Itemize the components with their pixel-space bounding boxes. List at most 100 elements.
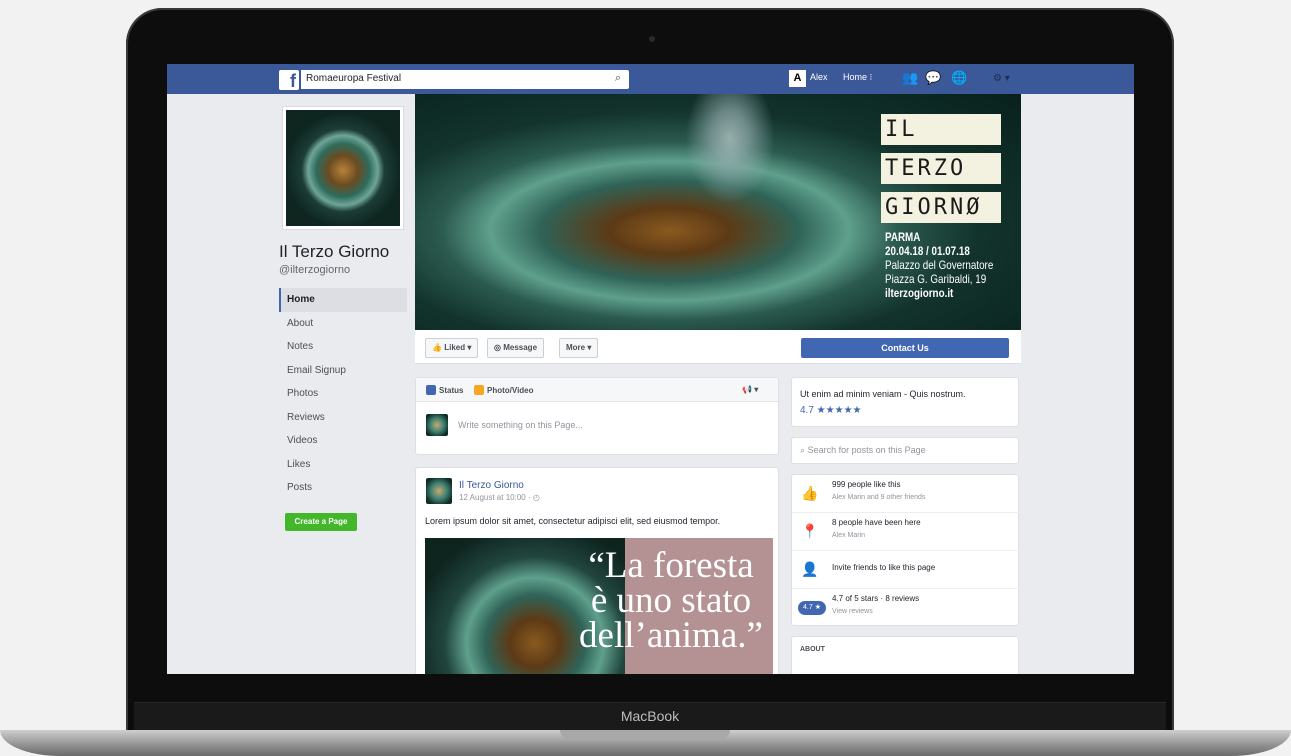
profile-picture[interactable]	[282, 106, 404, 230]
tab-photo-label: Photo/Video	[487, 386, 534, 395]
event-address: Piazza G. Garibaldi, 19	[885, 272, 987, 286]
post-image[interactable]: “La foresta è uno stato dell’anima.”	[425, 538, 773, 674]
screen: f Romaeuropa Festival ⌕ A Alex Home ⁝ 👥 …	[167, 64, 1134, 674]
message-icon: ◎	[494, 343, 501, 352]
nav-item-videos[interactable]: Videos	[279, 429, 407, 453]
about-card: ABOUT	[791, 636, 1019, 674]
status-icon	[426, 385, 436, 395]
page-handle: @ilterzogiorno	[279, 264, 351, 276]
laptop-chin: MacBook	[134, 702, 1166, 730]
home-link[interactable]: Home ⁝	[843, 72, 872, 83]
stat-checkins-main: 8 people have been here	[832, 518, 921, 527]
tab-status[interactable]: Status	[426, 385, 463, 395]
laptop-notch	[560, 730, 730, 739]
cover-photo[interactable]: IL TERZO GIORNØ PARMA 20.04.18 / 01.07.1…	[415, 94, 1021, 330]
create-page-button[interactable]: Create a Page	[285, 513, 357, 531]
contact-us-button[interactable]: Contact Us	[801, 338, 1009, 358]
home-label: Home	[843, 72, 868, 82]
stat-checkins[interactable]: 📍 8 people have been here Alex Marin	[792, 513, 1020, 551]
rating-stars[interactable]: 4.7 ★★★★★	[800, 405, 862, 416]
about-heading: ABOUT	[800, 646, 825, 653]
event-venue: Palazzo del Governatore	[885, 258, 994, 272]
megaphone-icon: 📢	[742, 385, 752, 394]
stat-reviews-link[interactable]: View reviews	[832, 608, 873, 615]
friend-requests-icon[interactable]: 👥	[902, 70, 918, 86]
camera-icon	[649, 36, 655, 42]
quote-line-3: dell’anima.”	[579, 615, 763, 656]
stat-invite[interactable]: 👤 Invite friends to like this page	[792, 551, 1020, 589]
device-label: MacBook	[620, 708, 680, 724]
top-nav-bar: f Romaeuropa Festival ⌕ A Alex Home ⁝ 👥 …	[167, 64, 1134, 94]
user-name[interactable]: Alex	[810, 72, 828, 82]
composer-input[interactable]: Write something on this Page...	[458, 420, 583, 430]
post-avatar[interactable]	[426, 478, 452, 504]
stat-likes[interactable]: 👍 999 people like this Alex Marin and 9 …	[792, 475, 1020, 513]
cover-title-line-2: TERZO	[881, 153, 1001, 184]
audience-dropdown[interactable]: 📢 ▾	[742, 385, 758, 394]
page-search-input[interactable]: ⌕ Search for posts on this Page	[791, 437, 1019, 464]
page-title[interactable]: Il Terzo Giorno	[279, 242, 389, 262]
tab-status-label: Status	[439, 386, 464, 395]
user-avatar[interactable]: A	[789, 70, 806, 87]
liked-label: Liked ▾	[444, 343, 472, 352]
cover-highlight	[685, 94, 775, 204]
quote-line-2: è uno stato	[590, 580, 752, 621]
search-input[interactable]: Romaeuropa Festival ⌕	[301, 70, 629, 89]
nav-item-likes[interactable]: Likes	[279, 453, 407, 477]
stat-reviews-main: 4.7 of 5 stars · 8 reviews	[832, 594, 920, 603]
event-website: ilterzogiorno.it	[885, 286, 954, 300]
page-nav: Home About Notes Email Signup Photos Rev…	[279, 288, 407, 500]
message-button[interactable]: ◎ Message	[487, 338, 545, 358]
rating-title: Ut enim ad minim veniam - Quis nostrum.	[800, 389, 966, 399]
nav-item-notes[interactable]: Notes	[279, 335, 407, 359]
cover-title-line-1: IL	[881, 114, 1001, 145]
search-icon: ⌕	[800, 445, 806, 455]
settings-icon[interactable]: ⚙ ▾	[993, 73, 1010, 84]
nav-item-about[interactable]: About	[279, 312, 407, 336]
rating-card: Ut enim ad minim veniam - Quis nostrum. …	[791, 377, 1019, 427]
messages-icon[interactable]: 💬	[925, 70, 941, 86]
event-city: PARMA	[885, 230, 921, 244]
page-search-placeholder: ⌕ Search for posts on this Page	[800, 445, 926, 456]
message-label: Message	[503, 343, 538, 352]
quote-line-1: “La foresta	[588, 545, 754, 586]
page-action-bar: 👍 Liked ▾ ◎ Message More ▾ Contact Us	[415, 330, 1021, 364]
post-quote: “La foresta è uno stato dell’anima.”	[571, 545, 771, 656]
search-value: Romaeuropa Festival	[306, 73, 402, 84]
stat-likes-sub: Alex Marin and 9 other friends	[832, 494, 926, 501]
post-timestamp[interactable]: 12 August at 10:00 · ◴	[459, 493, 540, 502]
cover-title-line-3: GIORNØ	[881, 192, 1001, 223]
page-search-text: Search for posts on this Page	[807, 445, 926, 455]
event-info: PARMA 20.04.18 / 01.07.18 Palazzo del Go…	[885, 230, 993, 300]
post-composer: Status Photo/Video 📢 ▾ Write something o…	[415, 377, 779, 455]
rating-badge: 4.7 ★	[798, 601, 826, 615]
like-icon: 👍	[801, 485, 819, 501]
nav-item-email-signup[interactable]: Email Signup	[279, 359, 407, 383]
composer-avatar	[426, 414, 448, 436]
page-stats-card: 👍 999 people like this Alex Marin and 9 …	[791, 474, 1020, 627]
stat-checkins-sub: Alex Marin	[832, 532, 866, 539]
search-icon[interactable]: ⌕	[615, 72, 621, 85]
more-button[interactable]: More ▾	[559, 338, 599, 358]
nav-item-home[interactable]: Home	[279, 288, 407, 312]
photo-icon	[474, 385, 484, 395]
thumbs-up-icon: 👍	[432, 343, 442, 352]
nav-item-posts[interactable]: Posts	[279, 476, 407, 500]
nav-item-reviews[interactable]: Reviews	[279, 406, 407, 430]
checkin-icon: 📍	[801, 523, 819, 539]
post-author[interactable]: Il Terzo Giorno	[459, 480, 524, 491]
tab-photo-video[interactable]: Photo/Video	[474, 385, 534, 395]
profile-picture-image	[286, 110, 400, 226]
invite-friends-icon: 👤	[801, 561, 819, 577]
page-post: Il Terzo Giorno 12 August at 10:00 · ◴ L…	[415, 467, 779, 674]
facebook-logo-icon[interactable]: f	[279, 70, 299, 91]
notifications-icon[interactable]: 🌐	[951, 70, 967, 86]
stat-reviews[interactable]: 4.7 ★ 4.7 of 5 stars · 8 reviews View re…	[792, 589, 1020, 627]
stat-invite-main: Invite friends to like this page	[832, 563, 936, 572]
event-dates: 20.04.18 / 01.07.18	[885, 244, 970, 258]
post-text: Lorem ipsum dolor sit amet, consectetur …	[425, 516, 721, 526]
liked-button[interactable]: 👍 Liked ▾	[425, 338, 479, 358]
nav-item-photos[interactable]: Photos	[279, 382, 407, 406]
composer-tabs: Status Photo/Video 📢 ▾	[416, 378, 778, 402]
stat-likes-main: 999 people like this	[832, 480, 901, 489]
